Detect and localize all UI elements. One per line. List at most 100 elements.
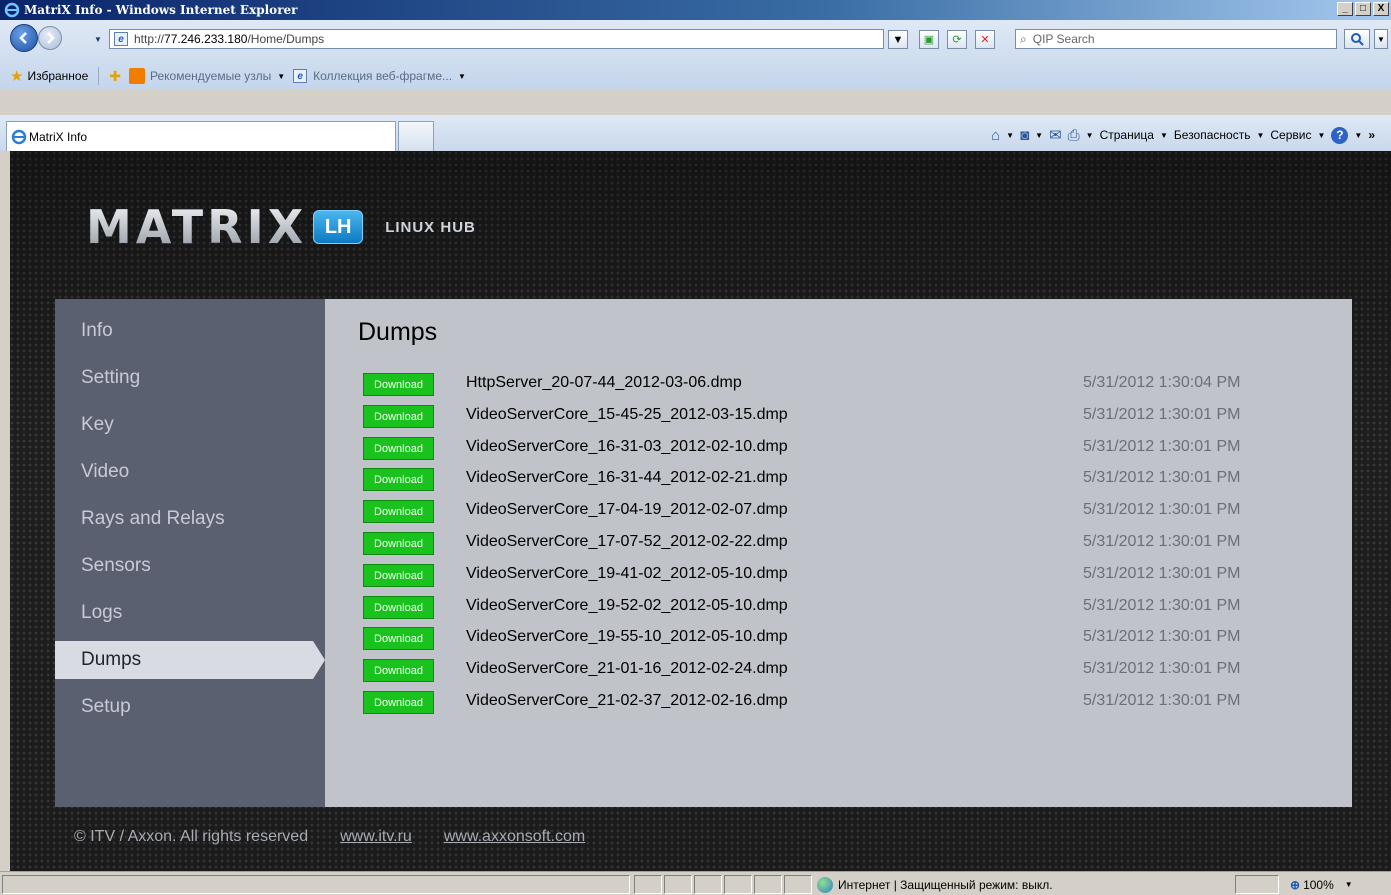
logo-badge: LH [313, 210, 364, 244]
sidebar-item-video[interactable]: Video [55, 453, 325, 491]
download-button[interactable]: Download [363, 437, 434, 460]
dump-date: 5/31/2012 1:30:01 PM [1083, 438, 1241, 455]
download-button[interactable]: Download [363, 373, 434, 396]
chevron-down-icon[interactable]: ▼ [1354, 131, 1362, 140]
more-commands-button[interactable]: » [1368, 128, 1375, 142]
dump-filename: VideoServerCore_17-04-19_2012-02-07.dmp [466, 501, 788, 518]
stop-icon[interactable]: ✕ [975, 30, 995, 49]
feeds-icon[interactable]: ◙ [1020, 127, 1029, 144]
separator [98, 67, 100, 85]
compatibility-icon[interactable]: ▣ [919, 30, 939, 49]
recommended-sites-link[interactable]: Рекомендуемые узлы [150, 69, 271, 83]
web-slice-gallery-link[interactable]: Коллекция веб-фрагме... [313, 69, 452, 83]
dump-filename: HttpServer_20-07-44_2012-03-06.dmp [466, 374, 742, 391]
home-icon[interactable]: ⌂ [991, 127, 1000, 144]
navigation-toolbar: ▼ e http://77.246.233.180/Home/Dumps ▼ ▣… [0, 20, 1391, 90]
sidebar-item-rays-and-relays[interactable]: Rays and Relays [55, 500, 325, 538]
favorites-bar: ★ Избранное ✚ Рекомендуемые узлы ▼ e Кол… [0, 62, 1391, 90]
sidebar-item-dumps[interactable]: Dumps [55, 641, 325, 679]
download-button[interactable]: Download [363, 596, 434, 619]
refresh-icon[interactable]: ⟳ [947, 30, 967, 49]
safety-menu[interactable]: Безопасность [1174, 128, 1251, 142]
search-button[interactable] [1344, 29, 1370, 49]
search-icon: ⌕ [1020, 31, 1027, 46]
forward-arrow-icon [47, 32, 55, 44]
sidebar-item-setting[interactable]: Setting [55, 359, 325, 397]
ie-tab-icon [11, 129, 27, 144]
tab-matrix-info[interactable]: MatriX Info [6, 121, 396, 151]
history-dropdown-icon[interactable]: ▼ [94, 35, 102, 44]
dump-date: 5/31/2012 1:30:04 PM [1083, 374, 1241, 391]
chevron-down-icon[interactable]: ▼ [1086, 131, 1094, 140]
download-button[interactable]: Download [363, 564, 434, 587]
add-favorite-icon[interactable]: ✚ [109, 68, 121, 85]
sidebar-item-setup[interactable]: Setup [55, 688, 325, 726]
web-slice-icon: e [293, 69, 308, 83]
sidebar-item-info[interactable]: Info [55, 312, 325, 350]
chevron-down-icon[interactable]: ▼ [1317, 131, 1325, 140]
chevron-down-icon[interactable]: ▼ [1035, 131, 1043, 140]
sidebar-item-logs[interactable]: Logs [55, 594, 325, 632]
forward-button[interactable] [38, 26, 62, 50]
page-menu[interactable]: Страница [1100, 128, 1154, 142]
download-button[interactable]: Download [363, 659, 434, 682]
dump-row: Download VideoServerCore_19-41-02_2012-05… [363, 560, 1323, 588]
dump-date: 5/31/2012 1:30:01 PM [1083, 628, 1241, 645]
dump-row: Download HttpServer_20-07-44_2012-03-06.d… [363, 369, 1323, 397]
download-button[interactable]: Download [363, 691, 434, 714]
dump-row: Download VideoServerCore_16-31-44_2012-02… [363, 464, 1323, 492]
dump-row: Download VideoServerCore_17-04-19_2012-02… [363, 496, 1323, 524]
address-field[interactable]: e http://77.246.233.180/Home/Dumps [109, 29, 884, 49]
tools-menu[interactable]: Сервис [1270, 128, 1311, 142]
internet-globe-icon [817, 876, 833, 893]
favorites-button[interactable]: Избранное [27, 69, 88, 83]
favorites-star-icon[interactable]: ★ [10, 67, 23, 85]
logo-subtitle: LINUX HUB [385, 218, 476, 236]
download-button[interactable]: Download [363, 468, 434, 491]
address-dropdown-icon[interactable]: ▼ [888, 30, 908, 49]
chevron-down-icon[interactable]: ▼ [277, 72, 285, 81]
chevron-down-icon[interactable]: ▼ [458, 72, 466, 81]
status-text-cell [2, 875, 630, 894]
dump-date: 5/31/2012 1:30:01 PM [1083, 565, 1241, 582]
security-zone[interactable]: Интернет | Защищенный режим: выкл. [817, 875, 1053, 894]
protected-mode-cell[interactable] [1235, 875, 1279, 894]
dump-row: Download VideoServerCore_16-31-03_2012-02… [363, 433, 1323, 461]
maximize-button[interactable]: □ [1355, 2, 1371, 16]
search-options-icon[interactable]: ▼ [1374, 29, 1388, 49]
itv-link[interactable]: www.itv.ru [340, 828, 412, 846]
page-title: Dumps [358, 318, 438, 346]
search-placeholder: QIP Search [1032, 32, 1095, 46]
dump-date: 5/31/2012 1:30:01 PM [1083, 469, 1241, 486]
status-cell [724, 875, 752, 894]
ie-logo-icon [4, 2, 20, 18]
mail-icon[interactable]: ✉ [1049, 126, 1062, 144]
download-button[interactable]: Download [363, 405, 434, 428]
chevron-down-icon[interactable]: ▼ [1160, 131, 1168, 140]
chevron-down-icon[interactable]: ▼ [1006, 131, 1014, 140]
sidebar-nav: Info Setting Key Video Rays and Relays S… [55, 299, 325, 807]
minimize-button[interactable]: _ [1337, 2, 1353, 16]
download-button[interactable]: Download [363, 500, 434, 523]
dump-date: 5/31/2012 1:30:01 PM [1083, 597, 1241, 614]
sidebar-item-key[interactable]: Key [55, 406, 325, 444]
help-icon[interactable]: ? [1331, 126, 1349, 144]
zoom-control[interactable]: ⊕ 100% ▼ [1290, 875, 1353, 894]
dump-row: Download VideoServerCore_19-55-10_2012-05… [363, 623, 1323, 651]
new-tab-button[interactable] [398, 121, 434, 151]
dump-filename: VideoServerCore_19-55-10_2012-05-10.dmp [466, 628, 788, 645]
dump-date: 5/31/2012 1:30:01 PM [1083, 692, 1241, 709]
chevron-down-icon[interactable]: ▼ [1256, 131, 1264, 140]
download-button[interactable]: Download [363, 627, 434, 650]
status-cell [754, 875, 782, 894]
back-button[interactable] [10, 24, 38, 52]
chevron-down-icon[interactable]: ▼ [1345, 880, 1353, 889]
dumps-panel: Dumps Download HttpServer_20-07-44_2012-0… [325, 299, 1352, 807]
close-button[interactable]: X [1373, 2, 1389, 16]
print-icon[interactable]: ⎙ [1068, 127, 1080, 144]
download-button[interactable]: Download [363, 532, 434, 555]
search-input[interactable]: ⌕ QIP Search [1015, 29, 1337, 49]
axxonsoft-link[interactable]: www.axxonsoft.com [444, 828, 585, 846]
zoom-level: 100% [1303, 877, 1334, 892]
sidebar-item-sensors[interactable]: Sensors [55, 547, 325, 585]
